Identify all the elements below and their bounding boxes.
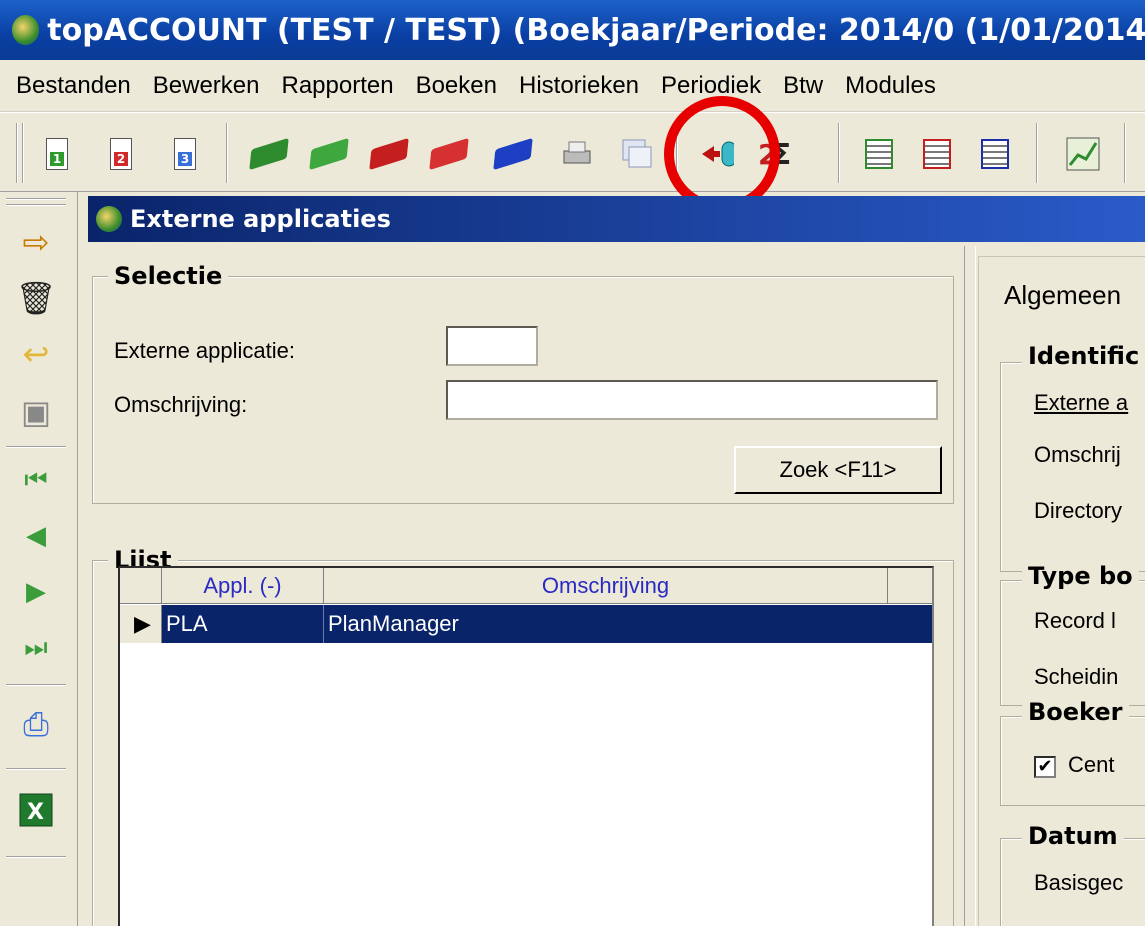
toolbar-separator bbox=[1036, 123, 1038, 183]
identificatie-label: Identific bbox=[1022, 342, 1145, 370]
table-down-icon[interactable] bbox=[920, 135, 954, 173]
row-indicator-header bbox=[120, 568, 162, 604]
save-icon[interactable]: ▣ bbox=[16, 392, 56, 432]
column-header-appl[interactable]: Appl. (-) bbox=[162, 568, 324, 604]
centraliseren-label: Cent bbox=[1068, 752, 1115, 777]
blue-book-icon[interactable] bbox=[493, 135, 533, 173]
toolbar-grip bbox=[16, 123, 18, 183]
datum-label: Datum bbox=[1022, 822, 1124, 850]
red-book-icon[interactable] bbox=[369, 135, 409, 173]
toolbar-separator bbox=[6, 856, 66, 858]
externe-applicatie-field-label: Externe a bbox=[1034, 390, 1129, 415]
green-book-c-icon[interactable] bbox=[309, 135, 349, 173]
panel-splitter[interactable] bbox=[964, 246, 976, 926]
row-pointer-icon: ▶ bbox=[120, 605, 162, 643]
toolbar-separator bbox=[838, 123, 840, 183]
applications-list[interactable]: Appl. (-) Omschrijving ▶ PLA PlanManager bbox=[118, 566, 934, 926]
toolbar-grip bbox=[22, 123, 24, 183]
externe-applicatie-label: Externe applicatie: bbox=[114, 338, 295, 363]
directory-field-label: Directory bbox=[1034, 498, 1123, 523]
toolbar-grip bbox=[6, 198, 66, 200]
table-up-icon[interactable] bbox=[862, 135, 896, 173]
menu-rapporten[interactable]: Rapporten bbox=[274, 72, 408, 100]
green-book-icon[interactable] bbox=[249, 135, 289, 173]
toolbar-separator bbox=[1124, 123, 1126, 183]
toolbar-separator bbox=[6, 446, 66, 448]
menu-bestanden[interactable]: Bestanden bbox=[8, 72, 145, 100]
table-list-icon[interactable] bbox=[978, 135, 1012, 173]
chart-icon[interactable] bbox=[1066, 135, 1100, 173]
app-logo-icon bbox=[96, 206, 122, 232]
previous-record-icon[interactable]: ◀ bbox=[16, 516, 56, 556]
omschrijving-input[interactable] bbox=[446, 380, 938, 420]
child-window-title: Externe applicaties bbox=[130, 205, 391, 233]
highlight-circle bbox=[664, 96, 780, 212]
svg-text:X: X bbox=[27, 800, 44, 825]
toolbar-separator bbox=[6, 684, 66, 686]
excel-icon[interactable]: X bbox=[16, 790, 56, 830]
menu-bewerken[interactable]: Bewerken bbox=[145, 72, 274, 100]
app-logo-icon bbox=[12, 15, 40, 45]
externe-applicatie-input[interactable] bbox=[446, 326, 538, 366]
scheiding-field-label: Scheidin bbox=[1034, 664, 1119, 689]
menu-boeken[interactable]: Boeken bbox=[408, 72, 511, 100]
trash-icon[interactable]: 🗑 bbox=[16, 278, 57, 318]
toolbar-separator bbox=[6, 768, 66, 770]
stacked-windows-icon[interactable] bbox=[620, 135, 654, 173]
print-icon[interactable]: ⎙ bbox=[16, 704, 56, 744]
cell-appl[interactable]: PLA bbox=[162, 605, 324, 643]
menu-modules[interactable]: Modules bbox=[837, 72, 950, 100]
menu-historieken[interactable]: Historieken bbox=[511, 72, 653, 100]
boeken-label: Boeker bbox=[1022, 698, 1129, 726]
type-label: Type bo bbox=[1022, 562, 1139, 590]
next-record-icon[interactable]: ▶ bbox=[16, 572, 56, 612]
main-toolbar: 1 2 3 2Σ bbox=[0, 112, 1145, 192]
document-2-icon[interactable]: 2 bbox=[104, 135, 138, 173]
column-header-omschrijving[interactable]: Omschrijving bbox=[324, 568, 888, 604]
tab-algemeen[interactable]: Algemeen bbox=[1004, 280, 1121, 311]
menu-btw[interactable]: Btw bbox=[775, 72, 837, 100]
undo-icon[interactable]: ↩ bbox=[16, 334, 56, 374]
document-1-icon[interactable]: 1 bbox=[40, 135, 74, 173]
basisgegevens-field-label: Basisgec bbox=[1034, 870, 1124, 895]
omschrijving-label: Omschrijving: bbox=[114, 392, 248, 417]
record-field-label: Record l bbox=[1034, 608, 1116, 633]
last-record-icon[interactable]: ⏭ bbox=[16, 628, 56, 668]
document-3-icon[interactable]: 3 bbox=[168, 135, 202, 173]
red-book-c-icon[interactable] bbox=[429, 135, 469, 173]
toolbar-grip bbox=[6, 204, 66, 206]
printer-icon[interactable] bbox=[560, 135, 594, 173]
zoek-button[interactable]: Zoek <F11> bbox=[734, 446, 942, 494]
selectie-label: Selectie bbox=[108, 262, 229, 290]
omschrijving-field-label: Omschrij bbox=[1034, 442, 1121, 467]
title-bar: topACCOUNT (TEST / TEST) (Boekjaar/Perio… bbox=[0, 0, 1145, 60]
side-toolbar: ⇨ 🗑 ↩ ▣ ⏮ ◀ ▶ ⏭ ⎙ X bbox=[0, 192, 78, 926]
window-title: topACCOUNT (TEST / TEST) (Boekjaar/Perio… bbox=[47, 12, 1145, 48]
toolbar-separator bbox=[226, 123, 228, 183]
child-title-bar: Externe applicaties bbox=[88, 196, 1145, 242]
table-row[interactable]: ▶ PLA PlanManager bbox=[120, 605, 932, 643]
centraliseren-checkbox[interactable]: ✔ bbox=[1034, 756, 1056, 778]
externe-applicaties-window: Externe applicaties Selectie Externe app… bbox=[88, 196, 1145, 926]
menu-periodiek[interactable]: Periodiek bbox=[653, 72, 775, 100]
menu-bar: Bestanden Bewerken Rapporten Boeken Hist… bbox=[0, 60, 1145, 112]
enter-icon[interactable]: ⇨ bbox=[16, 222, 56, 262]
first-record-icon[interactable]: ⏮ bbox=[16, 460, 56, 500]
column-header-filler bbox=[888, 568, 932, 604]
cell-omschrijving[interactable]: PlanManager bbox=[324, 605, 932, 643]
